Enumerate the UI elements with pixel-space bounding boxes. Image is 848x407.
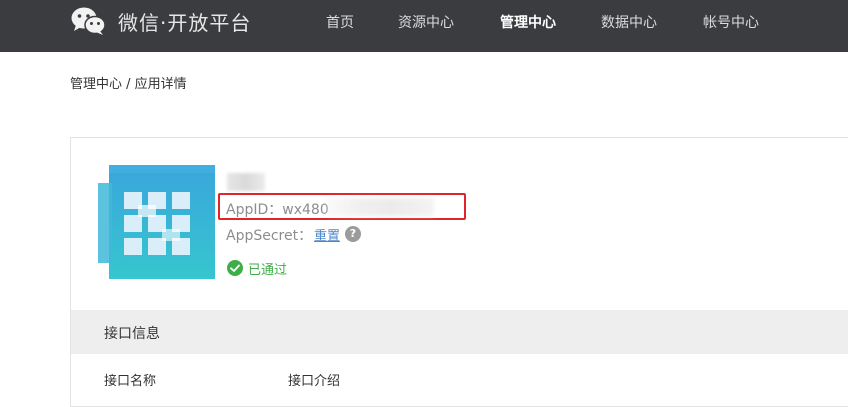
reset-secret-link[interactable]: 重置	[314, 225, 340, 244]
column-header-interface-name: 接口名称	[104, 374, 157, 389]
wechat-logo-icon	[70, 6, 106, 36]
app-icon	[98, 157, 216, 281]
column-header-interface-description: 接口介绍	[288, 374, 341, 389]
nav-data-center[interactable]: 数据中心	[601, 0, 657, 46]
nav-resource-center[interactable]: 资源中心	[398, 0, 454, 46]
interface-info-header: 接口信息	[71, 310, 848, 354]
appid-value: wx480	[282, 202, 329, 218]
approval-status: 已通过	[248, 263, 288, 278]
section-title: 接口信息	[104, 326, 160, 342]
breadcrumb: 管理中心 / 应用详情	[70, 77, 187, 92]
check-circle-icon	[227, 260, 243, 276]
logo[interactable]: 微信·开放平台	[70, 6, 251, 36]
top-navigation-bar: 微信·开放平台 首页 资源中心 管理中心 数据中心 帐号中心	[0, 0, 848, 52]
brand-title: 微信·开放平台	[118, 10, 252, 35]
appid-redacted	[326, 198, 434, 216]
nav-home[interactable]: 首页	[326, 0, 354, 46]
help-icon[interactable]: ?	[345, 226, 361, 242]
app-name-redacted	[227, 173, 265, 191]
app-detail-panel: AppID：wx480 AppSecret： 重置 ? 已通过 接口信息 接口名…	[70, 137, 848, 407]
appid-label: AppID：wx480	[226, 202, 329, 218]
nav-management-center[interactable]: 管理中心	[500, 0, 556, 46]
appsecret-label: AppSecret：	[226, 228, 313, 244]
nav-account-center[interactable]: 帐号中心	[703, 0, 759, 46]
